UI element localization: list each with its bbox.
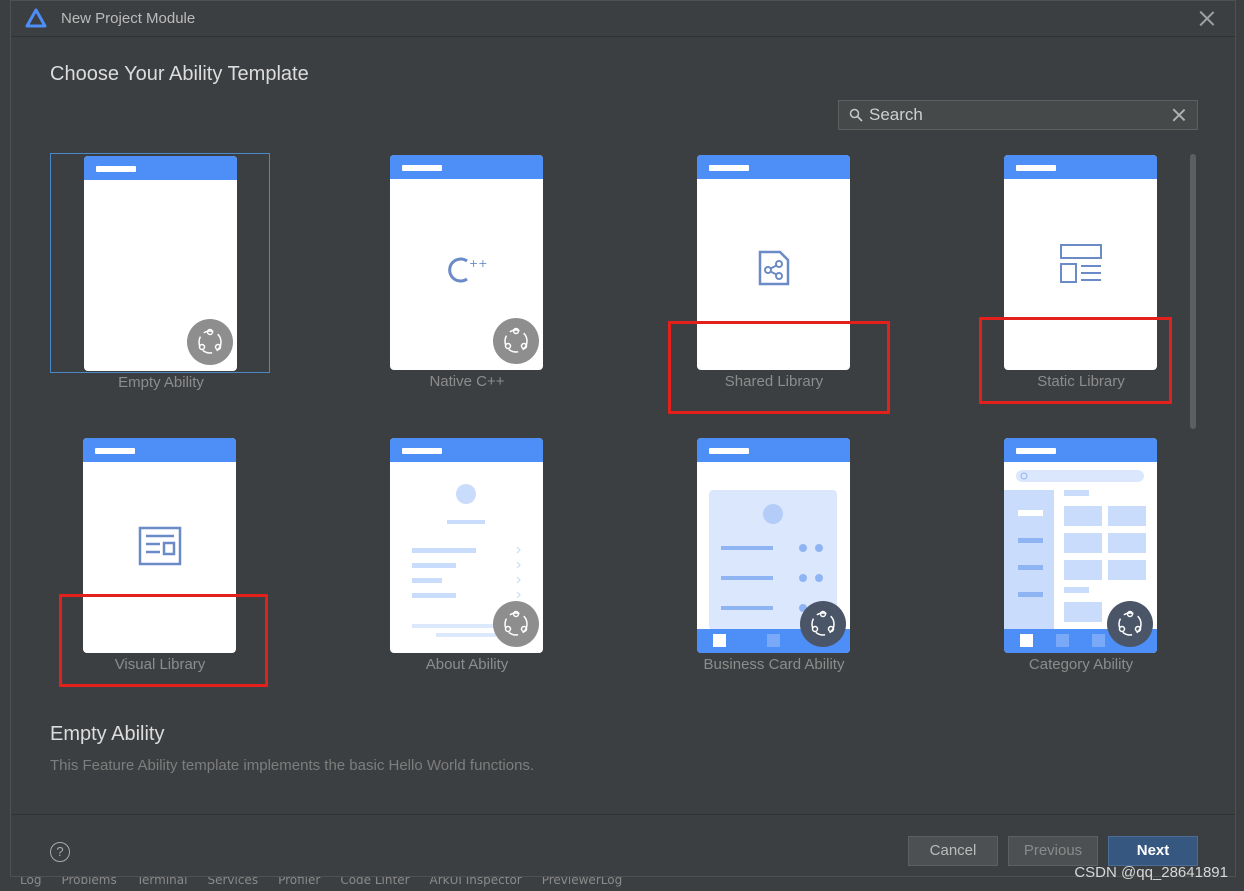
template-description-text: This Feature Ability template implements… <box>50 757 535 774</box>
share-document-icon <box>758 250 789 286</box>
search-input[interactable] <box>869 105 1159 125</box>
close-icon[interactable] <box>1199 10 1215 26</box>
annotation-box-static-library <box>979 317 1172 404</box>
template-preview <box>390 438 543 653</box>
new-project-module-dialog: New Project Module Choose Your Ability T… <box>10 0 1236 877</box>
search-icon <box>849 108 863 122</box>
ide-tab-terminal[interactable]: Terminal <box>117 877 188 891</box>
visual-layout-icon <box>138 526 181 566</box>
annotation-box-visual-library <box>59 594 268 687</box>
ide-right-strip <box>1236 0 1244 891</box>
ide-tab-code-linter[interactable]: Code Linter <box>320 877 409 891</box>
cpp-icon: ++ <box>447 257 487 283</box>
page-title: Choose Your Ability Template <box>50 63 309 85</box>
ide-left-strip <box>0 0 10 891</box>
template-about-ability[interactable]: About Ability <box>357 436 577 673</box>
template-label: About Ability <box>425 656 509 673</box>
template-preview: ++ <box>390 155 543 370</box>
help-icon[interactable]: ? <box>50 842 70 862</box>
dialog-titlebar: New Project Module <box>11 1 1235 37</box>
template-label: Business Card Ability <box>703 656 845 673</box>
ability-badge-icon <box>187 319 233 365</box>
clear-search-icon[interactable] <box>1173 109 1185 121</box>
svg-text:++: ++ <box>469 257 487 270</box>
template-label: Category Ability <box>1028 656 1134 673</box>
template-business-card-ability[interactable]: Business Card Ability <box>664 436 884 673</box>
ide-tab-previewer-log[interactable]: PreviewerLog <box>522 877 622 891</box>
dialog-title: New Project Module <box>61 10 196 27</box>
footer-divider <box>11 814 1235 815</box>
layout-icon <box>1059 244 1102 283</box>
csdn-watermark: CSDN @qq_28641891 <box>1074 864 1228 881</box>
template-label: Native C++ <box>429 373 505 390</box>
ide-tab-services[interactable]: Services <box>187 877 258 891</box>
template-description-title: Empty Ability <box>50 723 165 745</box>
cancel-button[interactable]: Cancel <box>908 836 998 866</box>
ide-tab-log[interactable]: Log <box>0 877 41 891</box>
deveco-logo-icon <box>25 8 47 27</box>
ide-tab-profiler[interactable]: Profiler <box>258 877 320 891</box>
template-preview <box>1004 438 1157 653</box>
previous-button[interactable]: Previous <box>1008 836 1098 866</box>
search-box[interactable] <box>838 100 1198 130</box>
template-category-ability[interactable]: Category Ability <box>971 436 1191 673</box>
template-preview <box>84 156 237 371</box>
ide-tab-arkui-inspector[interactable]: ArkUI Inspector <box>410 877 522 891</box>
ability-badge-icon <box>493 601 539 647</box>
ide-tool-tabs: Log Problems Terminal Services Profiler … <box>0 877 1244 891</box>
annotation-box-shared-library <box>668 321 890 414</box>
ability-badge-icon <box>493 318 539 364</box>
template-native-cpp[interactable]: ++ Native C++ <box>357 153 577 390</box>
ide-tab-problems[interactable]: Problems <box>41 877 116 891</box>
template-empty-ability[interactable]: Empty Ability <box>50 153 270 391</box>
ability-badge-icon <box>1107 601 1153 647</box>
template-label: Empty Ability <box>118 374 204 391</box>
ability-badge-icon <box>800 601 846 647</box>
next-button[interactable]: Next <box>1108 836 1198 866</box>
template-preview <box>697 438 850 653</box>
